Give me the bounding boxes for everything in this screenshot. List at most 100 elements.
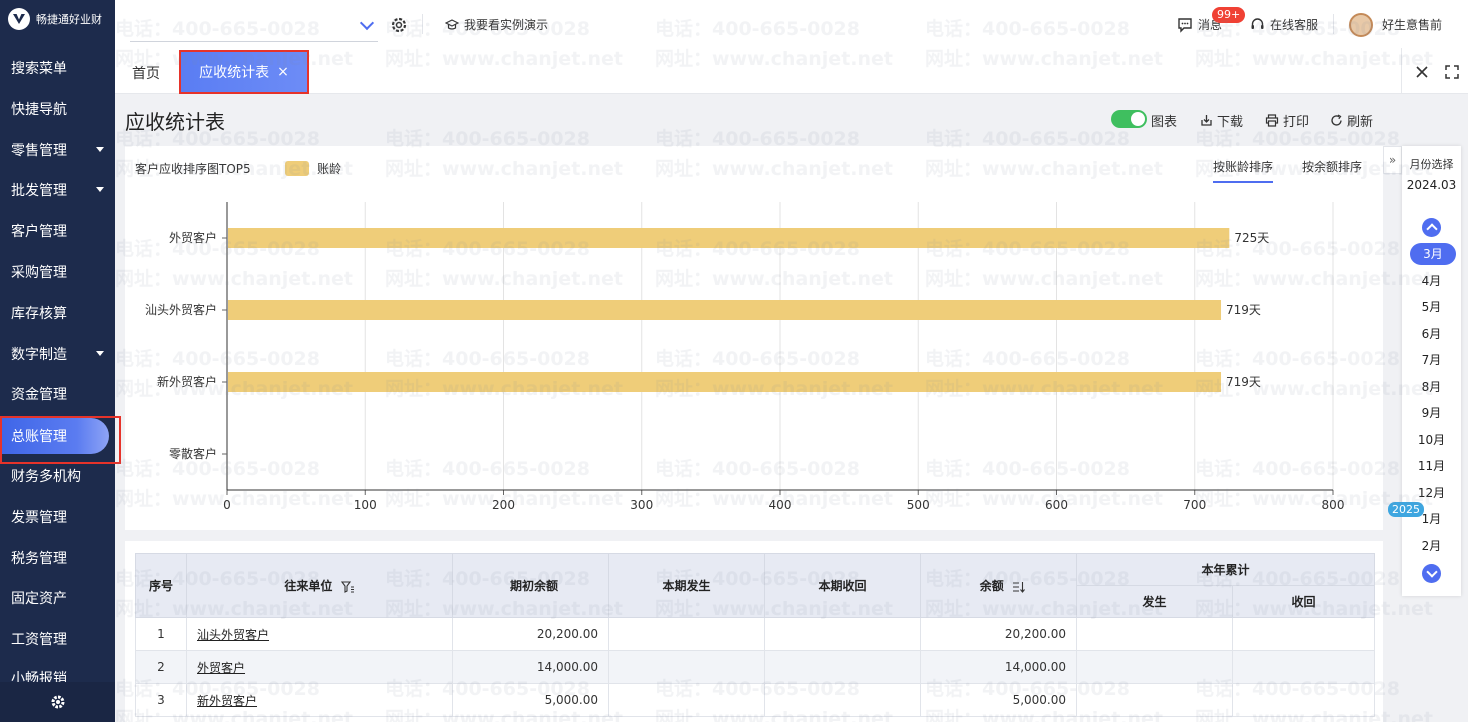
col-partner-label: 往来单位: [284, 579, 333, 593]
month-item[interactable]: 3月: [1410, 243, 1456, 265]
sort-by-balance-tab[interactable]: 按余额排序: [1302, 158, 1362, 181]
sort-icon[interactable]: [1012, 581, 1026, 593]
chart-card: 客户应收排序图TOP5 账龄 按账龄排序 按余额排序 0 100 200 300 400…: [125, 146, 1383, 530]
filter-icon[interactable]: [340, 580, 355, 593]
toggle-label: 图表: [1151, 115, 1178, 130]
tab-home[interactable]: 首页: [132, 63, 160, 83]
month-item[interactable]: 4月: [1402, 270, 1461, 292]
download-button[interactable]: 下载: [1200, 111, 1243, 130]
printer-icon: [1265, 114, 1279, 127]
cell-partner[interactable]: 外贸客户: [186, 650, 453, 684]
sidebar-item-6[interactable]: 库存核算: [0, 293, 115, 333]
partner-link[interactable]: 汕头外贸客户: [197, 628, 269, 642]
month-item[interactable]: 12月: [1402, 482, 1461, 504]
tab-receivable-stats[interactable]: 应收统计表 ×: [179, 50, 309, 94]
col-partner[interactable]: 往来单位: [186, 553, 453, 618]
sidebar-item-12[interactable]: 税务管理: [0, 538, 115, 578]
month-item[interactable]: 7月: [1402, 349, 1461, 371]
sidebar-item-5[interactable]: 采购管理: [0, 252, 115, 292]
user-avatar[interactable]: [1349, 13, 1373, 37]
table-card: 序号 往来单位 期初余额 本期发生 本期收回 余额 本年累计 发生 收回 1 汕头…: [125, 541, 1383, 722]
app-logo[interactable]: 畅捷通好业财: [8, 6, 102, 32]
receivable-table: 序号 往来单位 期初余额 本期发生 本期收回 余额 本年累计 发生 收回 1 汕头…: [135, 553, 1376, 717]
col-ytd-occur: 发生: [1076, 585, 1233, 618]
x-tick-label: 600: [1045, 498, 1068, 512]
chart-toggle-switch[interactable]: [1111, 110, 1147, 128]
sidebar-item-0[interactable]: 搜索菜单: [0, 48, 115, 88]
month-item[interactable]: 11月: [1402, 455, 1461, 477]
cell-ytd-occur: [1076, 650, 1233, 684]
sidebar-item-9[interactable]: 总账管理: [2, 418, 109, 454]
tab-close-icon[interactable]: ×: [277, 64, 289, 80]
cell-current-collect: [764, 650, 921, 684]
chart-toggle-label: 图表: [1151, 111, 1177, 130]
month-item[interactable]: 5月: [1402, 296, 1461, 318]
close-all-icon[interactable]: [1412, 62, 1432, 82]
gear-icon: [51, 695, 64, 709]
cell-opening: 20,200.00: [452, 617, 609, 651]
sidebar-item-label: 固定资产: [11, 591, 67, 608]
top-bar: 我要看实例演示 消息 99+ 在线客服 好生意售前: [115, 0, 1468, 48]
table-row[interactable]: 2 外贸客户 14,000.00 14,000.00: [135, 650, 1376, 684]
bar-value-label: 725天: [1234, 231, 1269, 245]
col-current-occur: 本期发生: [608, 553, 765, 618]
settings-icon[interactable]: [390, 16, 408, 34]
sidebar-item-13[interactable]: 固定资产: [0, 578, 115, 618]
sidebar-settings[interactable]: [0, 682, 115, 722]
cell-partner[interactable]: 新外贸客户: [186, 683, 453, 717]
sidebar-item-label: 税务管理: [11, 550, 67, 567]
month-scroll-up-icon[interactable]: [1422, 218, 1441, 237]
cell-partner[interactable]: 汕头外贸客户: [186, 617, 453, 651]
x-tick-label: 200: [492, 498, 515, 512]
sidebar-item-10[interactable]: 财务多机构: [0, 456, 115, 496]
fullscreen-icon[interactable]: [1442, 62, 1462, 82]
sidebar-item-14[interactable]: 工资管理: [0, 619, 115, 659]
chart-legend[interactable]: 账龄: [285, 160, 341, 177]
collapse-panel-button[interactable]: »: [1383, 146, 1402, 174]
sidebar-item-2[interactable]: 零售管理: [0, 130, 115, 170]
headset-icon: [1251, 18, 1264, 29]
month-item[interactable]: 6月: [1402, 323, 1461, 345]
sort-by-age-tab[interactable]: 按账龄排序: [1213, 158, 1274, 183]
sidebar-item-label: 资金管理: [11, 387, 67, 404]
partner-link[interactable]: 外贸客户: [197, 661, 245, 675]
x-tick-label: 700: [1183, 498, 1206, 512]
demo-link[interactable]: 我要看实例演示: [445, 16, 548, 33]
month-item[interactable]: 10月: [1402, 429, 1461, 451]
month-item[interactable]: 9月: [1402, 402, 1461, 424]
sidebar: 畅捷通好业财 搜索菜单 快捷导航 零售管理 批发管理 客户管理 采购管理 库存核算 数字制造资…: [0, 0, 121, 722]
refresh-button[interactable]: 刷新: [1330, 111, 1373, 130]
col-balance[interactable]: 余额: [920, 553, 1077, 618]
sidebar-item-7[interactable]: 数字制造: [0, 334, 115, 374]
legend-swatch: [285, 161, 309, 176]
page-title: 应收统计表: [125, 110, 225, 134]
sidebar-item-label: 工资管理: [11, 632, 67, 649]
x-tick-label: 500: [907, 498, 930, 512]
table-row[interactable]: 1 汕头外贸客户 20,200.00 20,200.00: [135, 617, 1376, 651]
month-item[interactable]: 8月: [1402, 376, 1461, 398]
month-item[interactable]: 2月: [1402, 535, 1461, 557]
sidebar-item-3[interactable]: 批发管理: [0, 170, 115, 210]
sidebar-item-1[interactable]: 快捷导航: [0, 89, 115, 129]
table-row[interactable]: 3 新外贸客户 5,000.00 5,000.00: [135, 683, 1376, 717]
month-picker: 月份选择 2024.03 3月 4月 5月 6月 7月 8月 9月 10月 11月 12月 1月 2月…: [1388, 146, 1461, 596]
sidebar-item-label: 发票管理: [11, 509, 67, 526]
print-button[interactable]: 打印: [1265, 111, 1309, 130]
col-ytd: 本年累计: [1075, 553, 1376, 586]
sidebar-item-4[interactable]: 客户管理: [0, 211, 115, 251]
org-select[interactable]: [130, 14, 378, 42]
sidebar-item-label: 财务多机构: [11, 469, 81, 485]
sidebar-item-11[interactable]: 发票管理: [0, 497, 115, 537]
bar-chart: 0 100 200 300 400 500 600 700 800 外贸客户 725天汕头外贸客户 7…: [145, 202, 1344, 512]
category-label: 新外贸客户: [157, 374, 217, 389]
cell-opening: 14,000.00: [452, 650, 609, 684]
partner-link[interactable]: 新外贸客户: [197, 694, 257, 708]
online-service-button[interactable]: 在线客服: [1250, 16, 1318, 33]
month-scroll-down-icon[interactable]: [1422, 564, 1441, 583]
cell-current-occur: [608, 617, 765, 651]
user-menu[interactable]: 好生意售前: [1382, 16, 1442, 33]
col-opening: 期初余额: [452, 553, 609, 618]
sidebar-item-8[interactable]: 资金管理: [0, 374, 115, 414]
x-tick-label: 0: [223, 498, 231, 512]
caret-down-icon: [96, 187, 104, 193]
